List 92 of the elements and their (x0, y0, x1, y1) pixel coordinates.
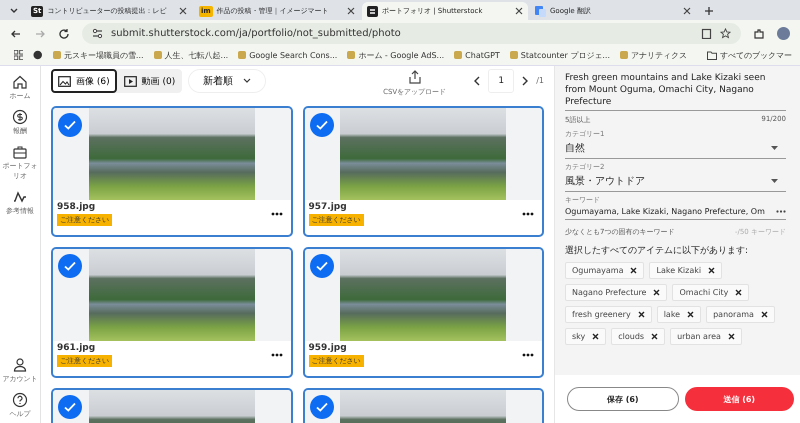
keyword-tag: Nagano Prefecture (565, 284, 668, 301)
folder-icon (707, 50, 717, 60)
site-favicon-icon (367, 6, 378, 16)
submit-button[interactable]: 送信 (6) (684, 387, 794, 411)
site-settings-icon[interactable] (92, 28, 103, 39)
sort-dropdown[interactable]: 新着順 (188, 69, 266, 93)
keyword-tag: fresh greenery (565, 306, 652, 323)
more-options-icon[interactable] (270, 353, 282, 357)
help-icon (12, 392, 28, 408)
close-icon[interactable] (683, 7, 691, 15)
file-name: 957.jpg (308, 202, 347, 212)
extensions-icon[interactable] (753, 28, 765, 40)
file-name: 959.jpg (308, 343, 347, 353)
remove-icon[interactable] (592, 333, 600, 340)
profile-avatar[interactable] (777, 27, 790, 40)
more-options-icon[interactable] (270, 212, 282, 216)
media-tab[interactable]: 画像 (6) (51, 69, 117, 93)
page-total: /1 (536, 76, 544, 85)
bookmark-favicon-icon (154, 51, 162, 59)
close-icon[interactable] (179, 7, 187, 15)
bookmarks-folder[interactable]: すべてのブックマー (707, 50, 792, 60)
category-dropdown[interactable]: 自然 (565, 139, 786, 159)
new-tab-icon[interactable] (704, 6, 714, 16)
bookmark-star-icon[interactable] (720, 28, 731, 39)
keyword-tag: Ogumayama (565, 262, 644, 279)
remove-icon[interactable] (735, 289, 742, 296)
image-icon (58, 76, 71, 86)
bookmark-favicon-icon (347, 51, 356, 59)
category-dropdown[interactable]: 風景・アウトドア (565, 172, 786, 192)
dropdown-arrow-icon (771, 146, 778, 150)
bookmark-link[interactable]: Google Search Cons... (238, 50, 338, 60)
home-icon (12, 74, 28, 90)
remove-icon[interactable] (651, 333, 658, 340)
more-options-icon[interactable] (522, 353, 534, 357)
media-tab[interactable]: 動画 (0) (116, 69, 182, 93)
chevron-down-icon (243, 78, 252, 84)
video-icon (124, 76, 137, 86)
close-icon[interactable] (515, 7, 523, 15)
dollar-icon (12, 109, 28, 125)
title-field[interactable]: Fresh green mountains and Lake Kizaki seen from Mount Oguma, Omachi City, Nagano Prefecture (565, 72, 786, 111)
bookmark-favicon-icon (454, 51, 462, 59)
keyword-tag: Omachi City (672, 284, 750, 301)
checkmark-icon[interactable] (58, 395, 82, 419)
upload-icon (408, 70, 422, 84)
remove-icon[interactable] (687, 311, 694, 318)
bookmark-link[interactable]: アナリティクス (620, 50, 687, 60)
bookmark-favicon-icon (510, 51, 518, 59)
person-icon (12, 357, 28, 373)
keyword-tag: clouds (611, 328, 666, 345)
bookmark-link[interactable]: Statcounter プロジェ... (510, 50, 610, 60)
next-page-icon[interactable] (520, 75, 530, 87)
page-number-field[interactable]: 1 (488, 69, 514, 93)
apps-grid-icon[interactable] (14, 50, 24, 60)
file-name: 958.jpg (57, 202, 96, 212)
remove-icon[interactable] (708, 267, 716, 274)
more-options-icon[interactable] (522, 212, 534, 216)
checkmark-icon[interactable] (310, 113, 334, 137)
remove-icon[interactable] (728, 333, 735, 340)
keyword-tag: lake (656, 306, 702, 323)
translate-icon (535, 6, 546, 16)
back-icon[interactable] (10, 28, 22, 40)
remove-icon[interactable] (653, 289, 660, 296)
bookmark-favicon-icon (238, 51, 246, 59)
checkmark-icon[interactable] (310, 395, 334, 419)
close-icon[interactable] (347, 7, 355, 15)
bookmark-link[interactable]: ChatGPT (454, 50, 500, 60)
tags-heading: 選択したすべてのアイテムに以下があります: (565, 244, 748, 257)
more-options-icon[interactable] (776, 210, 786, 213)
bookmark-favicon-icon (620, 51, 628, 59)
keyword-tag: urban area (670, 328, 742, 345)
save-button[interactable]: 保存 (6) (567, 387, 678, 411)
keyword-tag: panorama (706, 306, 775, 323)
keyword-tag: sky (565, 328, 606, 345)
dropdown-arrow-icon (771, 179, 778, 183)
address-bar[interactable]: submit.shutterstock.com/ja/portfolio/not_submitted/photo (82, 23, 741, 44)
previous-page-icon[interactable] (472, 75, 482, 87)
wave-icon (12, 189, 28, 205)
bookmark-link[interactable]: ホーム - Google AdS... (347, 50, 444, 60)
remove-icon[interactable] (630, 267, 638, 274)
keywords-field[interactable]: Ogumayama, Lake Kizaki, Nagano Prefecture, Om (565, 205, 786, 220)
remove-icon[interactable] (760, 311, 768, 318)
checkmark-icon[interactable] (58, 254, 82, 278)
keyword-tag: Lake Kizaki (649, 262, 722, 279)
file-name: 961.jpg (57, 343, 96, 353)
bookmark-favicon-icon (52, 51, 61, 59)
reload-icon[interactable] (58, 28, 70, 40)
checkmark-icon[interactable] (58, 113, 82, 137)
checkmark-icon[interactable] (310, 254, 334, 278)
remove-icon[interactable] (638, 311, 645, 318)
bookmark-link[interactable]: 元スキー場職員の雪... (52, 50, 144, 60)
briefcase-icon (12, 144, 28, 160)
bookmark-link[interactable]: 人生、七転八起... (154, 50, 228, 60)
